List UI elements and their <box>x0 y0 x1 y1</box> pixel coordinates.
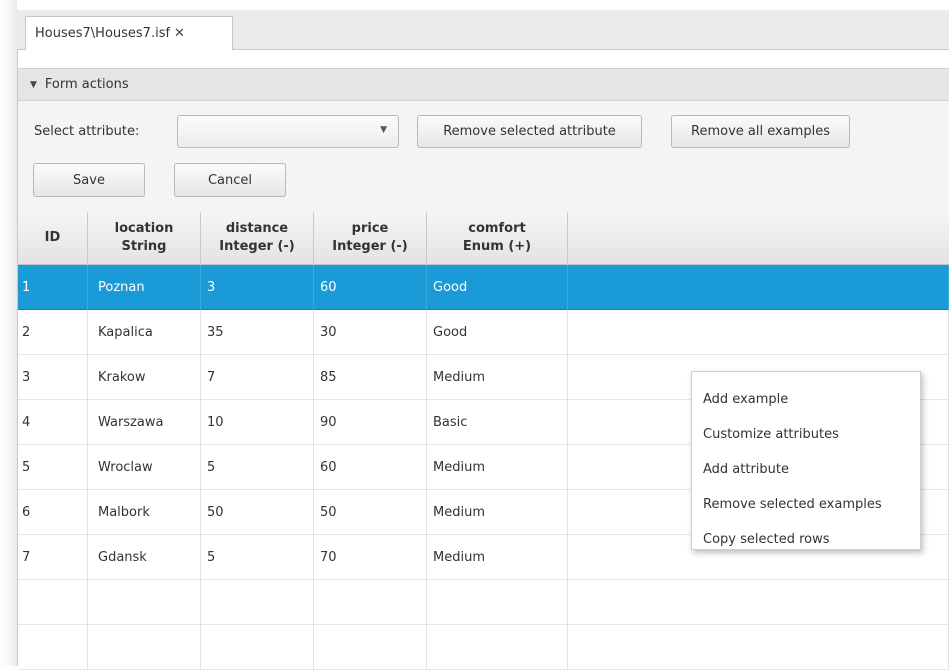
table-cell[interactable]: Poznan <box>88 265 201 310</box>
form-actions-header[interactable]: ▼ Form actions <box>18 68 949 101</box>
menu-item-customize-attributes[interactable]: Customize attributes <box>692 417 920 452</box>
column-header-name: distance <box>225 221 289 236</box>
table-cell[interactable]: 2 <box>18 310 88 355</box>
table-cell[interactable]: 50 <box>201 490 314 535</box>
table-cell[interactable] <box>568 625 949 670</box>
close-icon[interactable]: ✕ <box>174 26 185 41</box>
table-row[interactable]: 1 Poznan 3 60 Good <box>18 265 949 310</box>
select-attribute-label: Select attribute: <box>34 124 140 139</box>
table-cell[interactable]: 5 <box>201 535 314 580</box>
table-cell[interactable]: Medium <box>427 535 568 580</box>
table-cell[interactable] <box>201 625 314 670</box>
table-cell[interactable]: 90 <box>314 400 427 445</box>
menu-item-add-attribute[interactable]: Add attribute <box>692 452 920 487</box>
column-header-type: String <box>121 239 167 254</box>
table-cell[interactable] <box>18 625 88 670</box>
column-header-name: comfort <box>468 221 526 236</box>
table-cell[interactable] <box>568 580 949 625</box>
table-cell[interactable]: 3 <box>18 355 88 400</box>
table-cell[interactable]: 4 <box>18 400 88 445</box>
table-cell[interactable] <box>88 625 201 670</box>
remove-selected-attribute-button[interactable]: Remove selected attribute <box>417 115 642 148</box>
table-cell[interactable] <box>314 580 427 625</box>
menu-item-copy-selected-rows[interactable]: Copy selected rows <box>692 522 920 557</box>
file-tab[interactable]: Houses7\Houses7.isf ✕ <box>25 16 233 50</box>
remove-all-examples-button[interactable]: Remove all examples <box>671 115 850 148</box>
table-cell[interactable]: 50 <box>314 490 427 535</box>
column-header-comfort[interactable]: comfort Enum (+) <box>427 212 568 264</box>
table-cell[interactable]: Medium <box>427 445 568 490</box>
table-cell[interactable]: 70 <box>314 535 427 580</box>
collapse-triangle-icon: ▼ <box>30 79 37 90</box>
table-cell[interactable]: Warszawa <box>88 400 201 445</box>
table-cell[interactable] <box>427 625 568 670</box>
table-cell[interactable]: Malbork <box>88 490 201 535</box>
table-cell[interactable]: 85 <box>314 355 427 400</box>
table-cell[interactable]: 5 <box>201 445 314 490</box>
column-header-name: location <box>114 221 174 236</box>
table-cell[interactable]: 1 <box>18 265 88 310</box>
table-cell[interactable] <box>314 625 427 670</box>
table-cell[interactable] <box>201 580 314 625</box>
menu-item-remove-selected-examples[interactable]: Remove selected examples <box>692 487 920 522</box>
column-header-price[interactable]: price Integer (-) <box>314 212 427 264</box>
menu-item-add-example[interactable]: Add example <box>692 382 920 417</box>
form-actions-label: Form actions <box>44 77 129 92</box>
cancel-button[interactable]: Cancel <box>174 163 286 197</box>
column-header-distance[interactable]: distance Integer (-) <box>201 212 314 264</box>
table-cell[interactable] <box>568 310 949 355</box>
column-header-location[interactable]: location String <box>88 212 201 264</box>
table-cell[interactable]: Krakow <box>88 355 201 400</box>
table-cell[interactable]: Medium <box>427 490 568 535</box>
table-cell[interactable]: Kapalica <box>88 310 201 355</box>
table-header: ID location String distance Integer (-) … <box>18 212 949 265</box>
table-cell[interactable]: 60 <box>314 265 427 310</box>
column-header-name: price <box>351 221 389 236</box>
table-cell[interactable]: Medium <box>427 355 568 400</box>
table-cell[interactable]: 35 <box>201 310 314 355</box>
table-cell[interactable] <box>568 265 949 310</box>
column-header-name: ID <box>44 230 61 245</box>
table-row-empty[interactable] <box>18 580 949 625</box>
column-header-id[interactable]: ID <box>18 212 88 264</box>
table-row[interactable]: 2 Kapalica 35 30 Good <box>18 310 949 355</box>
context-menu: Add example Customize attributes Add att… <box>691 371 921 550</box>
window-edge-shadow <box>0 0 17 666</box>
table-cell[interactable]: Good <box>427 265 568 310</box>
table-cell[interactable]: 30 <box>314 310 427 355</box>
column-header-type: Enum (+) <box>462 239 532 254</box>
table-cell[interactable]: 6 <box>18 490 88 535</box>
chevron-down-icon: ▼ <box>380 125 387 135</box>
table-cell[interactable]: 3 <box>201 265 314 310</box>
table-row-empty[interactable] <box>18 625 949 670</box>
table-cell[interactable] <box>88 580 201 625</box>
tab-strip: Houses7\Houses7.isf ✕ <box>17 10 949 50</box>
table-cell[interactable]: 7 <box>18 535 88 580</box>
table-cell[interactable]: Good <box>427 310 568 355</box>
save-button[interactable]: Save <box>33 163 145 197</box>
column-header-type: Integer (-) <box>332 239 408 254</box>
table-cell[interactable]: Basic <box>427 400 568 445</box>
table-cell[interactable]: Wroclaw <box>88 445 201 490</box>
table-cell[interactable] <box>18 580 88 625</box>
table-cell[interactable]: 10 <box>201 400 314 445</box>
table-cell[interactable]: 7 <box>201 355 314 400</box>
table-cell[interactable]: 60 <box>314 445 427 490</box>
attribute-select[interactable]: ▼ <box>177 115 399 148</box>
table-cell[interactable]: Gdansk <box>88 535 201 580</box>
table-cell[interactable] <box>427 580 568 625</box>
file-tab-label: Houses7\Houses7.isf <box>35 26 171 41</box>
table-cell[interactable]: 5 <box>18 445 88 490</box>
column-header-type: Integer (-) <box>219 239 295 254</box>
